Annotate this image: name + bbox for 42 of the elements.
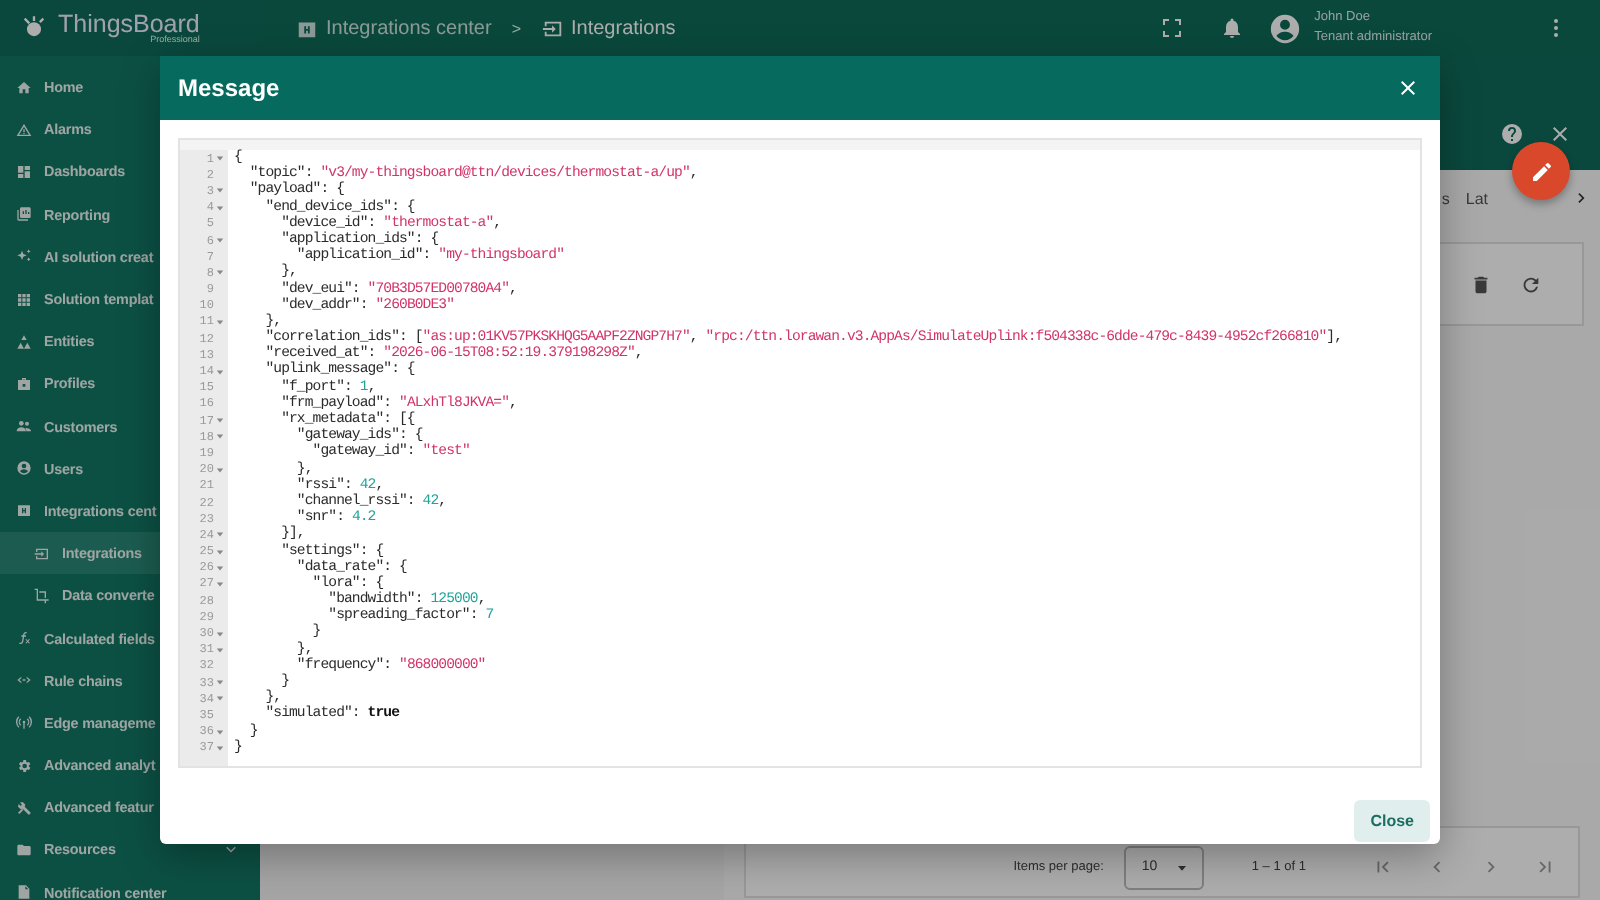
report-icon — [16, 206, 32, 223]
bell-icon — [1220, 16, 1245, 40]
box-icon — [16, 502, 32, 519]
first-page-icon — [1372, 856, 1394, 879]
close-button[interactable]: Close — [1354, 799, 1430, 841]
breadcrumb-separator: > — [509, 19, 523, 37]
home-icon — [16, 79, 32, 96]
breadcrumb[interactable]: Integrations center — [296, 17, 492, 39]
fullscreen-icon — [1160, 16, 1185, 40]
shapes-icon — [16, 333, 32, 350]
user-icon — [16, 460, 32, 477]
input-icon — [34, 545, 50, 562]
dashboard-icon — [16, 163, 32, 180]
folder-icon — [16, 841, 32, 858]
notice-icon — [16, 884, 32, 900]
refresh-icon — [1520, 273, 1542, 295]
grid-icon — [16, 291, 32, 308]
tab[interactable]: Lat — [1461, 181, 1492, 215]
warning-icon — [16, 121, 32, 138]
tab[interactable]: s — [1437, 181, 1454, 215]
crop-icon — [34, 587, 50, 604]
breadcrumb[interactable]: Integrations — [541, 17, 676, 39]
dialog-title: Message — [178, 74, 280, 102]
help-icon — [1500, 121, 1524, 145]
last-page-icon — [1534, 856, 1556, 879]
tools-icon — [16, 799, 32, 816]
pencil-icon — [1529, 159, 1553, 183]
close-icon — [1548, 121, 1572, 145]
logo-icon — [20, 14, 48, 42]
gear-icon — [16, 757, 32, 774]
function-icon — [16, 630, 32, 647]
people-icon — [16, 418, 32, 435]
delete-icon — [1470, 273, 1492, 295]
sparkle-icon — [16, 248, 32, 265]
avatar-icon — [1268, 11, 1303, 45]
code-arrows-icon — [16, 672, 32, 689]
close-icon[interactable] — [1396, 76, 1420, 100]
input-icon — [541, 17, 563, 39]
brand-name: ThingsBoard — [58, 11, 200, 36]
case-icon — [16, 375, 32, 392]
box-icon — [296, 17, 318, 39]
antenna-icon — [16, 714, 32, 731]
